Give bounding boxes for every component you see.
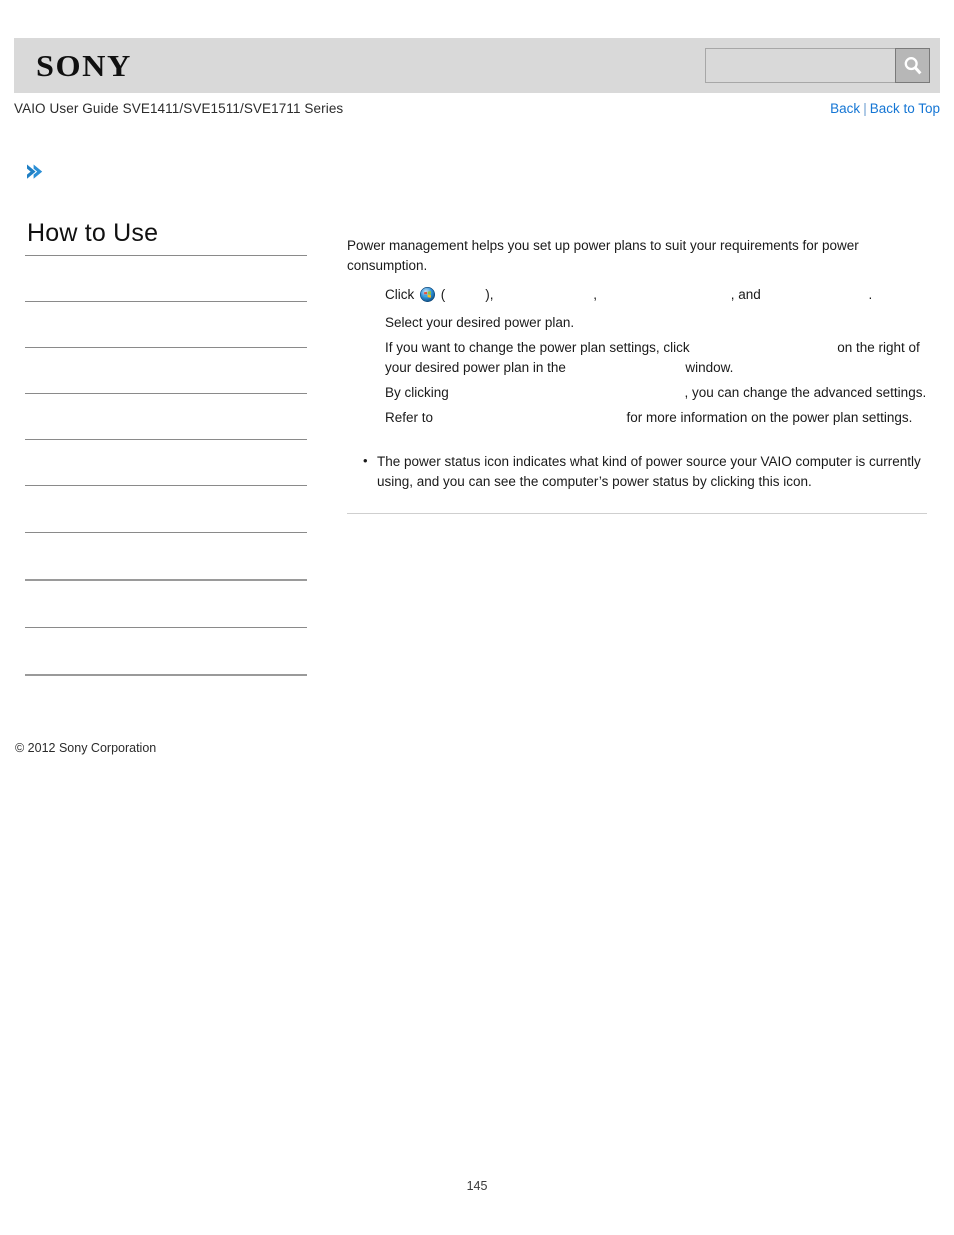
copyright-text: © 2012 Sony Corporation	[15, 741, 157, 755]
sidebar-item-1[interactable]	[25, 302, 307, 347]
chevron-right-icon[interactable]	[23, 161, 45, 183]
search-icon	[902, 55, 924, 77]
step-item: Select your desired power plan.	[385, 315, 575, 330]
step-item: By clicking , you can change the advance…	[385, 378, 927, 403]
ui-term-blank	[445, 285, 485, 305]
subheader: VAIO User Guide SVE1411/SVE1511/SVE1711 …	[14, 101, 940, 121]
sidebar-item-4[interactable]	[25, 440, 307, 485]
search-area	[705, 48, 930, 83]
sidebar-item-3[interactable]	[25, 394, 307, 439]
step-item: If you want to change the power plan set…	[385, 333, 927, 378]
back-to-top-link[interactable]: Back to Top	[870, 101, 940, 116]
sony-logo: SONY	[36, 48, 132, 83]
sidebar-item-2[interactable]	[25, 348, 307, 393]
sidebar-item-8[interactable]	[25, 628, 307, 674]
ui-term-blank	[693, 338, 833, 358]
sidebar-item-5[interactable]	[25, 486, 307, 532]
notes-list: The power status icon indicates what kin…	[347, 451, 927, 492]
sidebar-item-7[interactable]	[25, 581, 307, 627]
content-divider	[347, 513, 927, 514]
ui-term-blank	[497, 285, 593, 305]
intro-paragraph: Power management helps you set up power …	[347, 238, 859, 273]
page-number: 145	[466, 1179, 488, 1193]
step-item: Refer to for more information on the pow…	[385, 403, 927, 428]
page-title: How to Use	[27, 219, 159, 247]
guide-title: VAIO User Guide SVE1411/SVE1511/SVE1711 …	[14, 101, 344, 116]
ui-term-blank	[765, 285, 869, 305]
ui-term-blank	[570, 358, 682, 378]
sidebar-divider	[25, 674, 307, 676]
steps-list: Click ( ), , , and . Select your desired …	[347, 280, 927, 428]
windows-start-orb-icon[interactable]	[420, 287, 435, 308]
ui-term-blank	[437, 408, 623, 428]
back-link[interactable]: Back	[830, 101, 860, 116]
sidebar-item-6[interactable]	[25, 533, 307, 579]
sidebar-item-0[interactable]	[25, 256, 307, 301]
main-content: Power management helps you set up power …	[347, 236, 927, 514]
ui-term-blank	[453, 383, 685, 403]
header-nav: Back | Back to Top	[830, 101, 940, 116]
note-item: The power status icon indicates what kin…	[363, 451, 927, 492]
step-item: Click ( ), , , and .	[385, 280, 927, 308]
nav-separator: |	[863, 101, 867, 116]
ui-term-blank	[601, 285, 731, 305]
search-button[interactable]	[895, 48, 930, 83]
sidebar: How to Use	[25, 218, 307, 676]
search-input[interactable]	[705, 48, 895, 83]
site-header: SONY	[14, 38, 940, 93]
